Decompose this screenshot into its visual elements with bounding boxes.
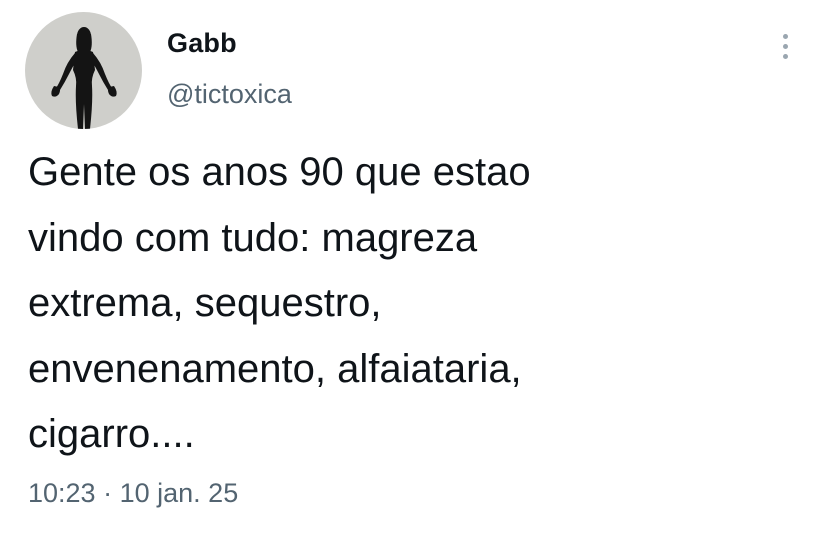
user-handle[interactable]: @tictoxica [167, 79, 292, 110]
more-dot [782, 53, 788, 59]
more-dot [782, 33, 788, 39]
avatar[interactable] [25, 12, 142, 129]
more-vertical-icon[interactable] [770, 26, 800, 66]
tweet-time: 10:23 [28, 478, 96, 508]
more-dot [782, 43, 788, 49]
tweet-text: Gente os anos 90 que estao vindo com tud… [28, 150, 531, 456]
silhouette-figure-icon [51, 27, 117, 129]
tweet-date: 10 jan. 25 [119, 478, 239, 508]
tweet-card: Gabb @tictoxica Gente os anos 90 que est… [0, 0, 828, 537]
tweet-timestamp[interactable]: 10:23 · 10 jan. 25 [28, 478, 238, 509]
meta-separator: · [103, 478, 113, 508]
display-name[interactable]: Gabb [167, 28, 237, 59]
